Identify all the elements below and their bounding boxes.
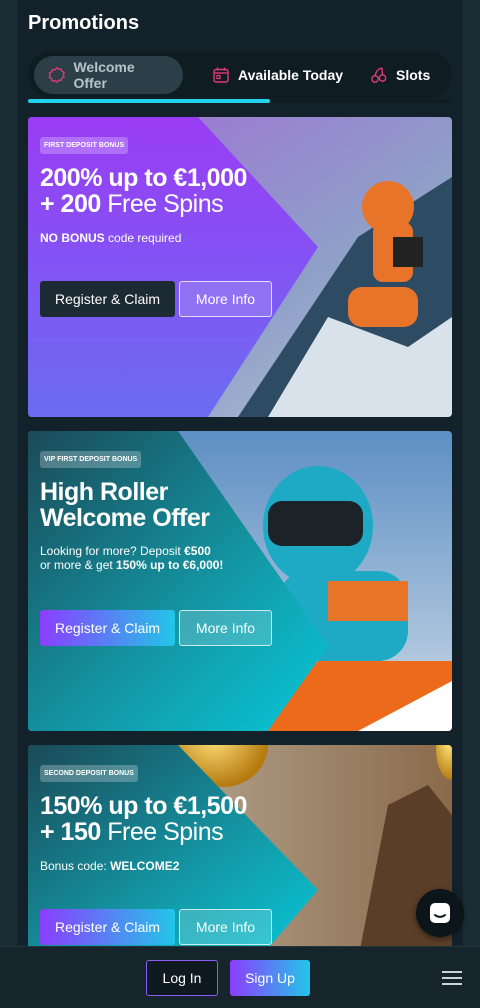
- promotion-tabs: Welcome Offer Available Today Slots: [28, 51, 452, 99]
- tab-scroll-indicator: [28, 99, 270, 103]
- tab-label: Slots: [396, 67, 431, 83]
- headline-light: Free Spins: [107, 818, 224, 846]
- headline-light: Free Spins: [107, 190, 224, 218]
- headline-bold: + 150: [40, 818, 101, 846]
- tab-welcome-offer[interactable]: Welcome Offer: [34, 56, 183, 94]
- promo-headline: High Roller Welcome Offer: [40, 479, 340, 531]
- page-title: Promotions: [28, 12, 140, 34]
- register-claim-button[interactable]: Register & Claim: [40, 610, 175, 646]
- promo-card-first-deposit: FIRST DEPOSIT BONUS 200% up to €1,000 + …: [28, 117, 452, 417]
- promo-badge: SECOND DEPOSIT BONUS: [40, 765, 138, 782]
- headline-line-1: 150% up to €1,500: [40, 792, 247, 820]
- promo-badge: VIP FIRST DEPOSIT BONUS: [40, 451, 142, 468]
- promo-badge: FIRST DEPOSIT BONUS: [40, 137, 129, 154]
- sub-bold: 150% up to €6,000!: [116, 558, 224, 572]
- snowboarder-banner-image: [28, 117, 452, 417]
- chat-icon: [430, 903, 450, 923]
- tab-available-today[interactable]: Available Today: [198, 56, 357, 94]
- register-claim-button[interactable]: Register & Claim: [40, 909, 175, 945]
- bottom-bar: Log In Sign Up: [0, 946, 480, 1008]
- headline-line-2: + 150 Free Spins: [40, 819, 340, 845]
- more-info-button[interactable]: More Info: [179, 909, 272, 945]
- more-info-button[interactable]: More Info: [179, 281, 272, 317]
- headline-bold: + 200: [40, 190, 101, 218]
- promo-card-high-roller: VIP FIRST DEPOSIT BONUS High Roller Welc…: [28, 431, 452, 731]
- tab-slots[interactable]: Slots: [356, 56, 444, 94]
- register-claim-button[interactable]: Register & Claim: [40, 281, 175, 317]
- headline-line-1: 200% up to €1,000: [40, 164, 247, 192]
- promo-subtext: NO BONUS code required: [40, 231, 181, 245]
- racer-banner-image: [28, 431, 452, 731]
- more-info-button[interactable]: More Info: [179, 610, 272, 646]
- tab-label: Available Today: [238, 67, 344, 83]
- tab-label: Welcome Offer: [73, 59, 135, 91]
- sub-bold: NO BONUS: [40, 231, 105, 245]
- tab-scroll-track: [28, 99, 452, 103]
- promo-subtext: Looking for more? Deposit €500 or more &…: [40, 544, 223, 572]
- signup-button[interactable]: Sign Up: [230, 960, 310, 996]
- sub-text: Looking for more? Deposit: [40, 544, 181, 558]
- headline-line-1: High Roller: [40, 478, 168, 506]
- calendar-icon: [213, 67, 229, 83]
- headline-line-2: Welcome Offer: [40, 504, 210, 532]
- live-chat-button[interactable]: [416, 889, 464, 937]
- badge-icon: [48, 66, 65, 84]
- hamburger-menu-icon[interactable]: [442, 970, 462, 986]
- sub-text: Bonus code:: [40, 859, 107, 873]
- promo-headline: 200% up to €1,000 + 200 Free Spins: [40, 165, 340, 217]
- sub-bold: €500: [184, 544, 211, 558]
- promo-card-second-deposit: SECOND DEPOSIT BONUS 150% up to €1,500 +…: [28, 745, 452, 960]
- sub-text: code required: [108, 231, 182, 245]
- headline-line-2: + 200 Free Spins: [40, 191, 340, 217]
- promo-headline: 150% up to €1,500 + 150 Free Spins: [40, 793, 340, 845]
- sub-bold: WELCOME2: [110, 859, 180, 873]
- login-button[interactable]: Log In: [146, 960, 218, 996]
- sub-text: or more & get: [40, 558, 113, 572]
- cherries-icon: [371, 67, 387, 83]
- promo-subtext: Bonus code: WELCOME2: [40, 859, 179, 873]
